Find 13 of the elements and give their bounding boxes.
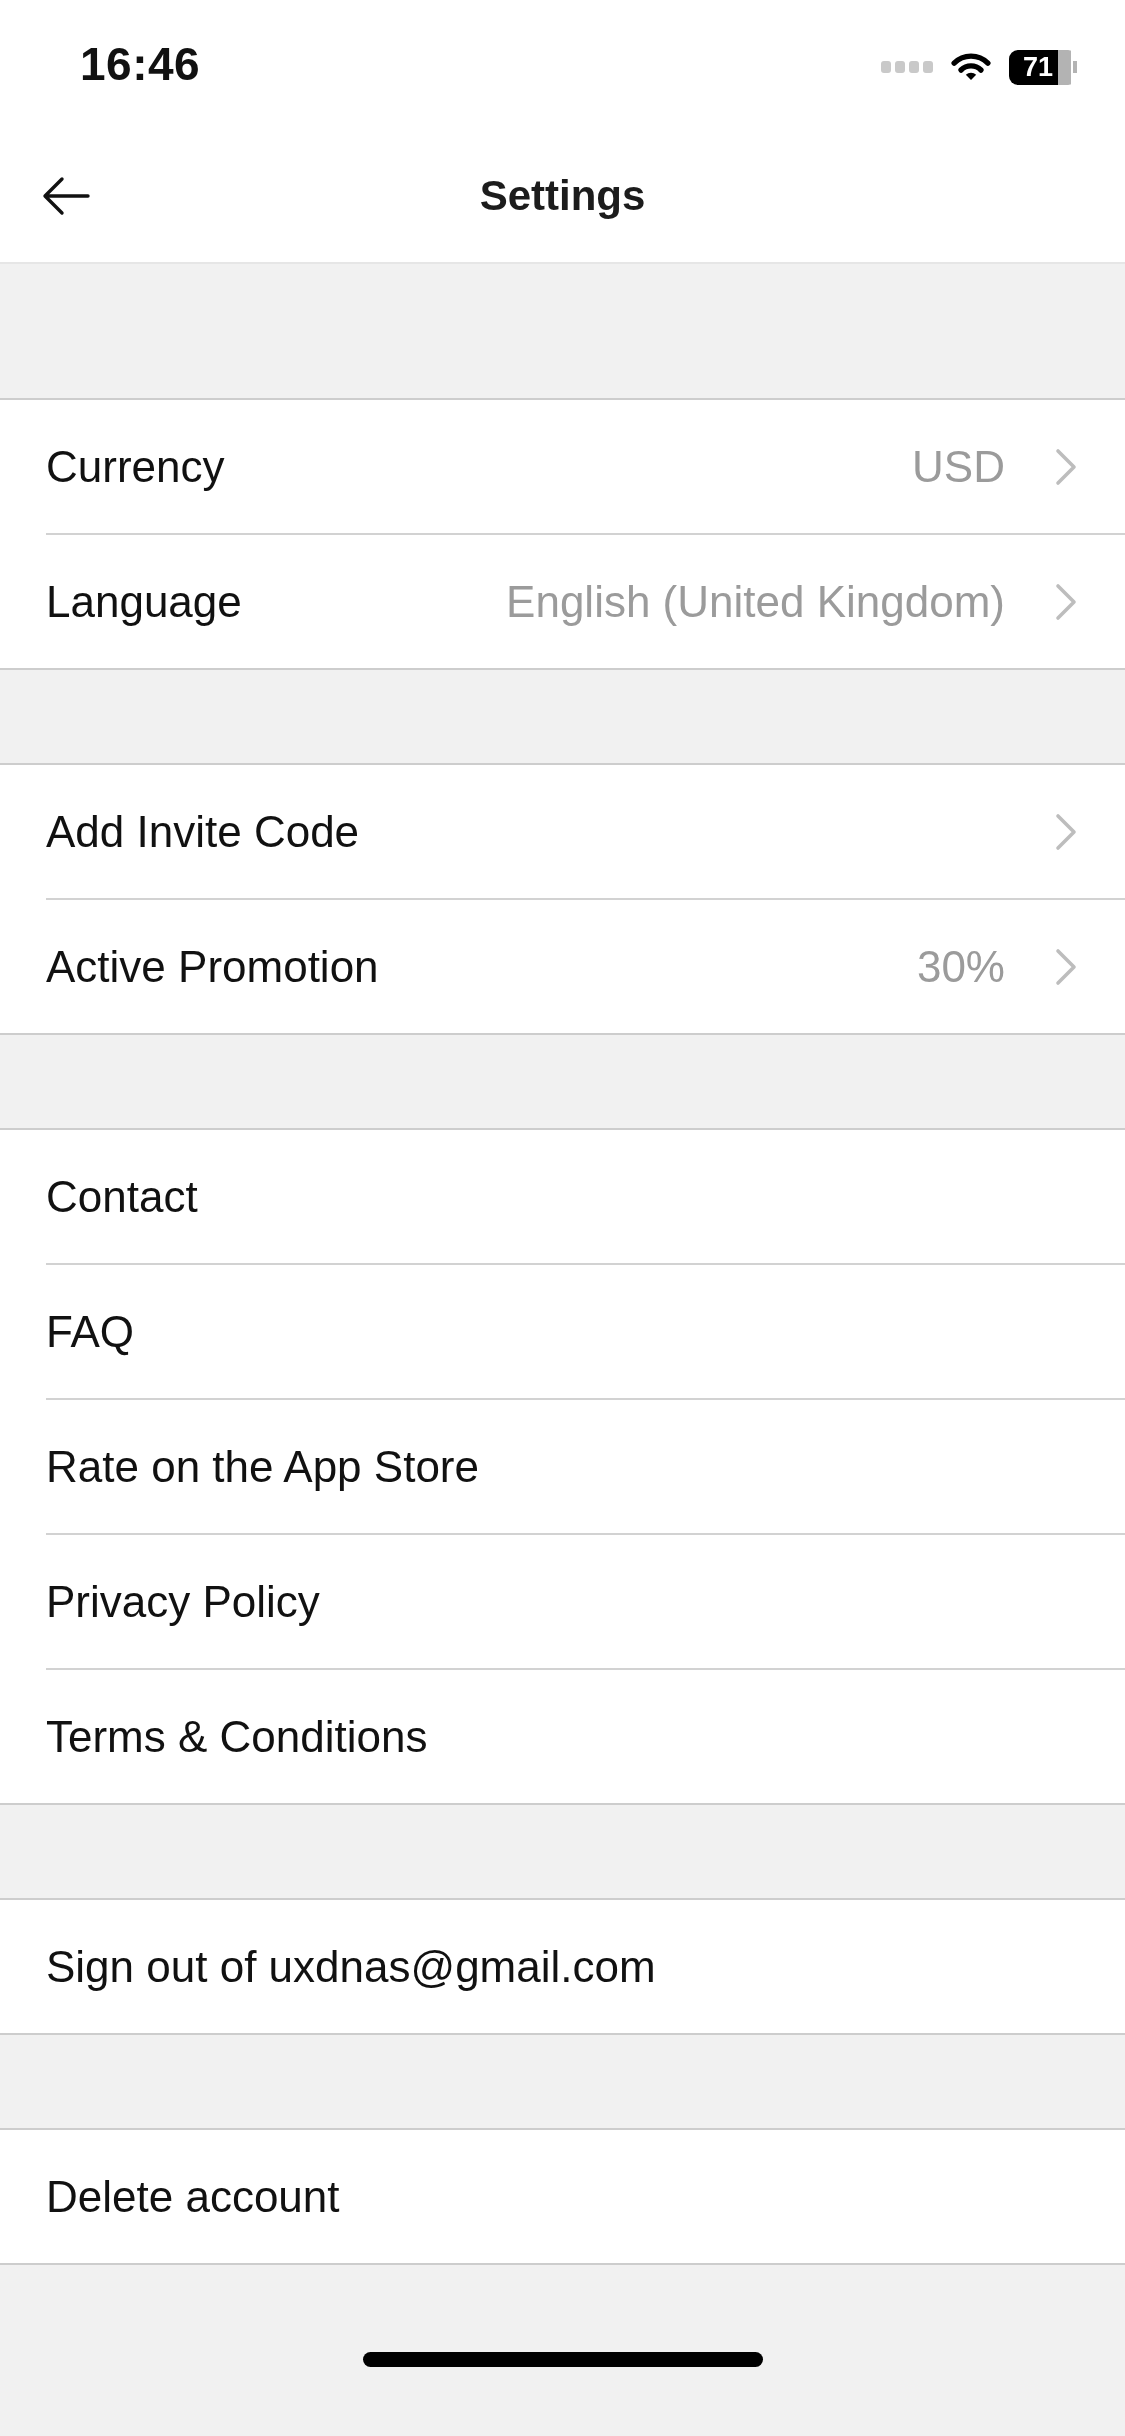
chevron-icon — [1055, 947, 1077, 986]
setting-value: USD — [912, 441, 1005, 492]
page-title: Settings — [479, 172, 646, 220]
chevron-icon — [1055, 582, 1077, 621]
status-time: 16:46 — [80, 37, 201, 91]
battery-indicator: 71 — [1009, 49, 1077, 85]
setting-value: English (United Kingdom) — [506, 576, 1005, 627]
chevron-icon — [1055, 447, 1077, 486]
signal-icon — [881, 61, 933, 73]
back-arrow-icon[interactable] — [42, 176, 90, 216]
chevron-icon — [1055, 812, 1077, 851]
setting-value: 30% — [916, 941, 1005, 992]
wifi-icon — [951, 53, 991, 81]
